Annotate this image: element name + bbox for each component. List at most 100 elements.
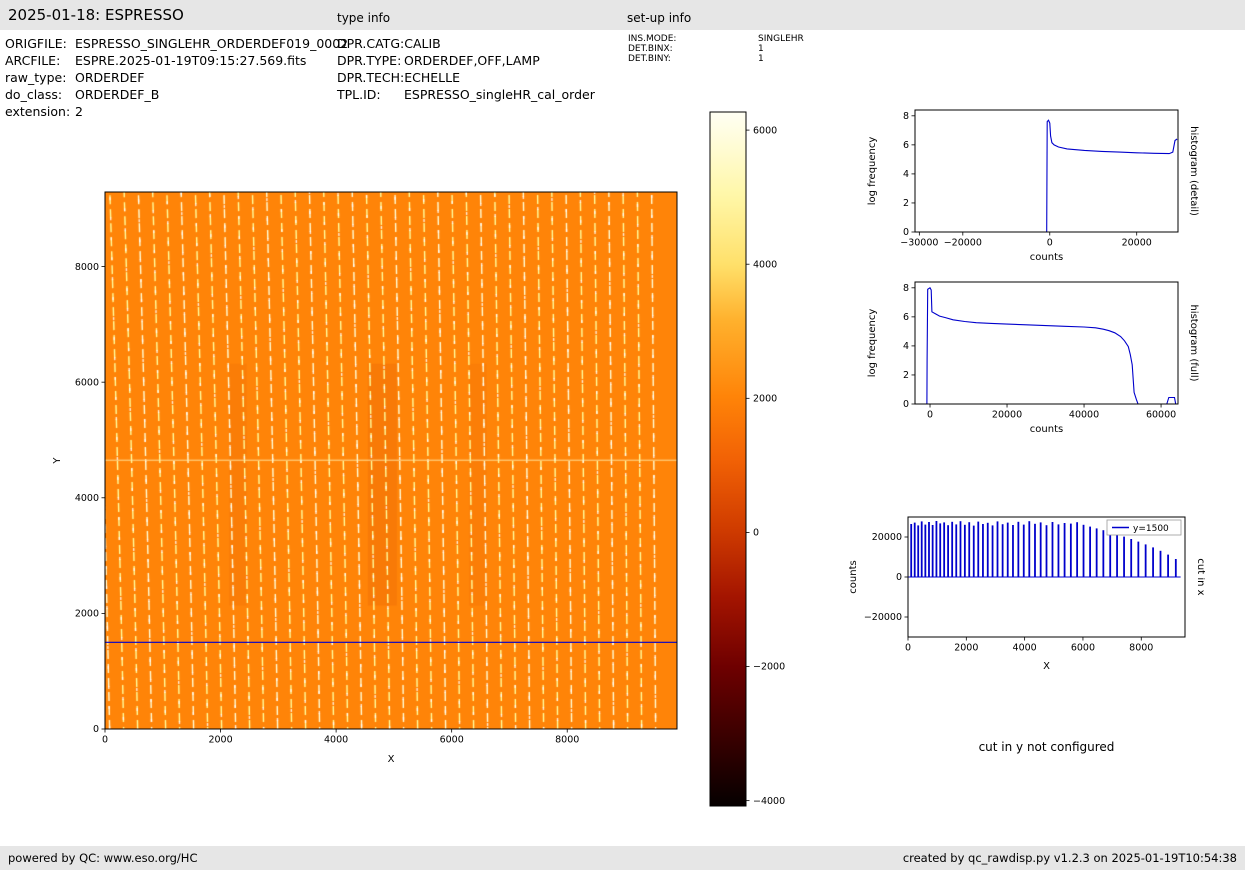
info-row-dprtype: DPR.TYPE: ORDERDEF,OFF,LAMP	[337, 52, 595, 69]
type-info-heading: type info	[337, 11, 391, 25]
info-row-rawtype: raw_type: ORDERDEF	[5, 69, 348, 86]
cut-in-y-note: cut in y not configured	[978, 740, 1115, 754]
svg-text:8000: 8000	[1129, 643, 1153, 654]
svg-text:4000: 4000	[324, 735, 348, 746]
svg-text:0: 0	[102, 735, 108, 746]
histogram-detail-plot: −30000 −20000 0 20000 0 2 4 6 8 counts log frequen…	[855, 98, 1205, 283]
cut-in-x-plot: 0 2000 4000 6000 8000 −20000 0 20000 Xcounts cut …	[843, 503, 1205, 688]
info-row-insmode: INS.MODE: SINGLEHR	[628, 34, 804, 44]
svg-text:2000: 2000	[753, 394, 777, 405]
svg-text:cut in x: cut in x	[1195, 558, 1205, 595]
info-label: extension:	[5, 104, 71, 119]
svg-text:20000: 20000	[992, 410, 1022, 421]
info-label: DPR.TECH:	[337, 70, 405, 85]
svg-text:4: 4	[903, 169, 909, 180]
info-label: do_class:	[5, 87, 63, 102]
info-value: 2	[75, 104, 83, 119]
colorbar-axes: 6000 4000 2000 0 −2000 −4000	[709, 111, 785, 807]
svg-text:2000: 2000	[208, 735, 232, 746]
svg-text:20000: 20000	[872, 532, 902, 543]
file-info-column: ORIGFILE: ESPRESSO_SINGLEHR_ORDERDEF019_0…	[5, 35, 348, 120]
histogram-full-axes: 0 20000 40000 60000 0 2 4 6 8 counts log frequency…	[867, 281, 1199, 435]
svg-text:log frequency: log frequency	[867, 137, 878, 206]
svg-text:8: 8	[903, 111, 909, 122]
svg-text:counts: counts	[1030, 252, 1063, 263]
info-value: ESPRESSO_singleHR_cal_order	[404, 87, 595, 102]
svg-text:counts: counts	[848, 560, 859, 593]
raw-frame-axes: 0 2000 4000 6000 8000 0 2000 4000 6000 8000 X Y	[52, 191, 678, 765]
svg-text:2000: 2000	[75, 609, 99, 620]
info-value: ORDERDEF	[75, 70, 145, 85]
svg-text:0: 0	[905, 643, 911, 654]
svg-text:6000: 6000	[440, 735, 464, 746]
svg-text:4: 4	[903, 341, 909, 352]
svg-text:0: 0	[896, 572, 902, 583]
svg-text:X: X	[388, 754, 395, 765]
info-row-doclass: do_class: ORDERDEF_B	[5, 86, 348, 103]
svg-text:−4000: −4000	[753, 796, 785, 807]
svg-text:y=1500: y=1500	[1133, 524, 1169, 534]
setup-info-column: INS.MODE: SINGLEHR DET.BINX: 1 DET.BINY: 1	[628, 34, 804, 64]
svg-text:8: 8	[903, 283, 909, 294]
svg-text:4000: 4000	[753, 259, 777, 270]
cut-in-x-axes: 0 2000 4000 6000 8000 −20000 0 20000 Xcounts cut …	[848, 516, 1205, 672]
footer-powered-by: powered by QC: www.eso.org/HC	[8, 851, 198, 865]
info-row-dprtech: DPR.TECH: ECHELLE	[337, 69, 595, 86]
svg-text:2: 2	[903, 370, 909, 381]
svg-text:0: 0	[903, 227, 909, 238]
svg-text:4000: 4000	[75, 493, 99, 504]
svg-text:counts: counts	[1030, 424, 1063, 435]
info-label: TPL.ID:	[337, 87, 381, 102]
info-value: ECHELLE	[404, 70, 460, 85]
svg-text:−2000: −2000	[753, 662, 785, 673]
svg-text:6: 6	[903, 140, 909, 151]
svg-text:60000: 60000	[1146, 410, 1176, 421]
info-row-dprcatg: DPR.CATG: CALIB	[337, 35, 595, 52]
svg-text:log frequency: log frequency	[867, 309, 878, 378]
info-label: DET.BINY:	[628, 54, 671, 64]
info-row-extension: extension: 2	[5, 103, 348, 120]
info-value: SINGLEHR	[758, 34, 804, 44]
svg-text:X: X	[1043, 661, 1050, 672]
svg-text:20000: 20000	[1122, 238, 1152, 249]
histogram-detail-axes: −30000 −20000 0 20000 0 2 4 6 8 counts log frequen…	[867, 109, 1199, 263]
raw-frame-plot: 0 2000 4000 6000 8000 0 2000 4000 6000 8000 X Y	[40, 180, 700, 780]
info-row-origfile: ORIGFILE: ESPRESSO_SINGLEHR_ORDERDEF019_0…	[5, 35, 348, 52]
info-label: DPR.CATG:	[337, 36, 405, 51]
info-label: DPR.TYPE:	[337, 53, 402, 68]
info-value: CALIB	[404, 36, 441, 51]
svg-text:2: 2	[903, 198, 909, 209]
svg-text:Y: Y	[52, 457, 63, 465]
setup-info-heading: set-up info	[627, 11, 692, 25]
info-value: ESPRESSO_SINGLEHR_ORDERDEF019_0002	[75, 36, 349, 51]
info-value: 1	[758, 54, 764, 64]
info-label: INS.MODE:	[628, 34, 677, 44]
info-label: ARCFILE:	[5, 53, 61, 68]
svg-text:2000: 2000	[954, 643, 978, 654]
info-row-tplid: TPL.ID: ESPRESSO_singleHR_cal_order	[337, 86, 595, 103]
info-label: ORIGFILE:	[5, 36, 67, 51]
svg-text:0: 0	[903, 399, 909, 410]
svg-text:6000: 6000	[753, 125, 777, 136]
colorbar: 6000 4000 2000 0 −2000 −4000	[700, 105, 810, 820]
svg-text:8000: 8000	[555, 735, 579, 746]
info-label: raw_type:	[5, 70, 67, 85]
info-value: ORDERDEF,OFF,LAMP	[404, 53, 540, 68]
svg-text:6000: 6000	[1071, 643, 1095, 654]
footer-created-by: created by qc_rawdisp.py v1.2.3 on 2025-…	[902, 851, 1237, 865]
type-info-column: DPR.CATG: CALIB DPR.TYPE: ORDERDEF,OFF,LAM…	[337, 35, 595, 103]
info-row-detbiny: DET.BINY: 1	[628, 54, 804, 64]
info-value: ORDERDEF_B	[75, 87, 160, 102]
svg-text:0: 0	[927, 410, 933, 421]
info-value: ESPRE.2025-01-19T09:15:27.569.fits	[75, 53, 307, 68]
svg-text:0: 0	[753, 528, 759, 539]
info-label: DET.BINX:	[628, 44, 673, 54]
info-value: 1	[758, 44, 764, 54]
info-row-arcfile: ARCFILE: ESPRE.2025-01-19T09:15:27.569.fi…	[5, 52, 348, 69]
svg-text:histogram (detail): histogram (detail)	[1188, 126, 1199, 216]
info-row-detbinx: DET.BINX: 1	[628, 44, 804, 54]
svg-text:0: 0	[1047, 238, 1053, 249]
header-bar	[0, 0, 1245, 30]
svg-text:histogram (full): histogram (full)	[1188, 304, 1199, 381]
svg-text:6000: 6000	[75, 377, 99, 388]
